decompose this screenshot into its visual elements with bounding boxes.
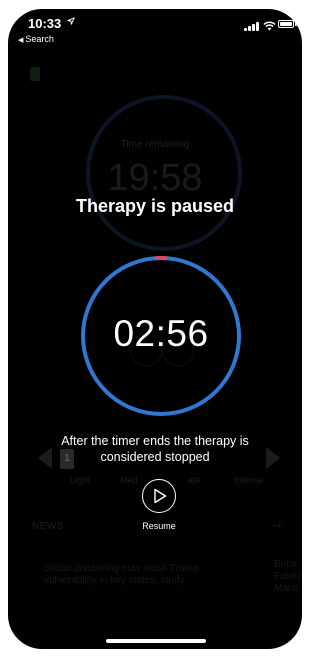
status-time: 10:33 xyxy=(28,16,62,31)
back-to-search-link[interactable]: ◀ Search xyxy=(18,34,54,44)
resume-button[interactable] xyxy=(142,479,176,513)
cellular-signal-icon xyxy=(244,21,259,31)
back-label: Search xyxy=(25,34,54,44)
battery-tip xyxy=(295,22,297,26)
play-icon xyxy=(154,488,167,504)
location-arrow-icon xyxy=(67,17,75,28)
therapy-paused-title: Therapy is paused xyxy=(75,196,235,216)
news-headline-side[interactable]: Befor Fabric Mans xyxy=(274,559,302,595)
level-intense[interactable]: Intense xyxy=(234,475,264,485)
battery-icon xyxy=(278,20,294,28)
level-moderate[interactable]: ate xyxy=(188,475,201,485)
time-remaining-label: Time remaining xyxy=(120,139,190,150)
time-remaining-value: 19:58 xyxy=(107,157,203,199)
resume-label[interactable]: Resume xyxy=(119,521,199,531)
wifi-icon xyxy=(263,18,276,36)
home-indicator[interactable] xyxy=(106,639,206,643)
arrow-right-icon[interactable]: → xyxy=(270,515,284,531)
timer-info-text: After the timer ends the therapy is cons… xyxy=(61,434,249,464)
back-triangle-icon: ◀ xyxy=(18,37,24,44)
level-medium[interactable]: Med xyxy=(120,475,138,485)
phone-frame: Time remaining 19:58 1 Light Med ate Int… xyxy=(0,0,309,656)
news-label: NEWS xyxy=(32,521,64,532)
screen: Time remaining 19:58 1 Light Med ate Int… xyxy=(8,9,302,649)
countdown-timer: 02:56 xyxy=(113,313,209,354)
status-indicator xyxy=(30,67,40,81)
level-light[interactable]: Light xyxy=(70,475,90,485)
news-headline[interactable]: Social distancing may mask Trump vulnera… xyxy=(44,563,244,587)
